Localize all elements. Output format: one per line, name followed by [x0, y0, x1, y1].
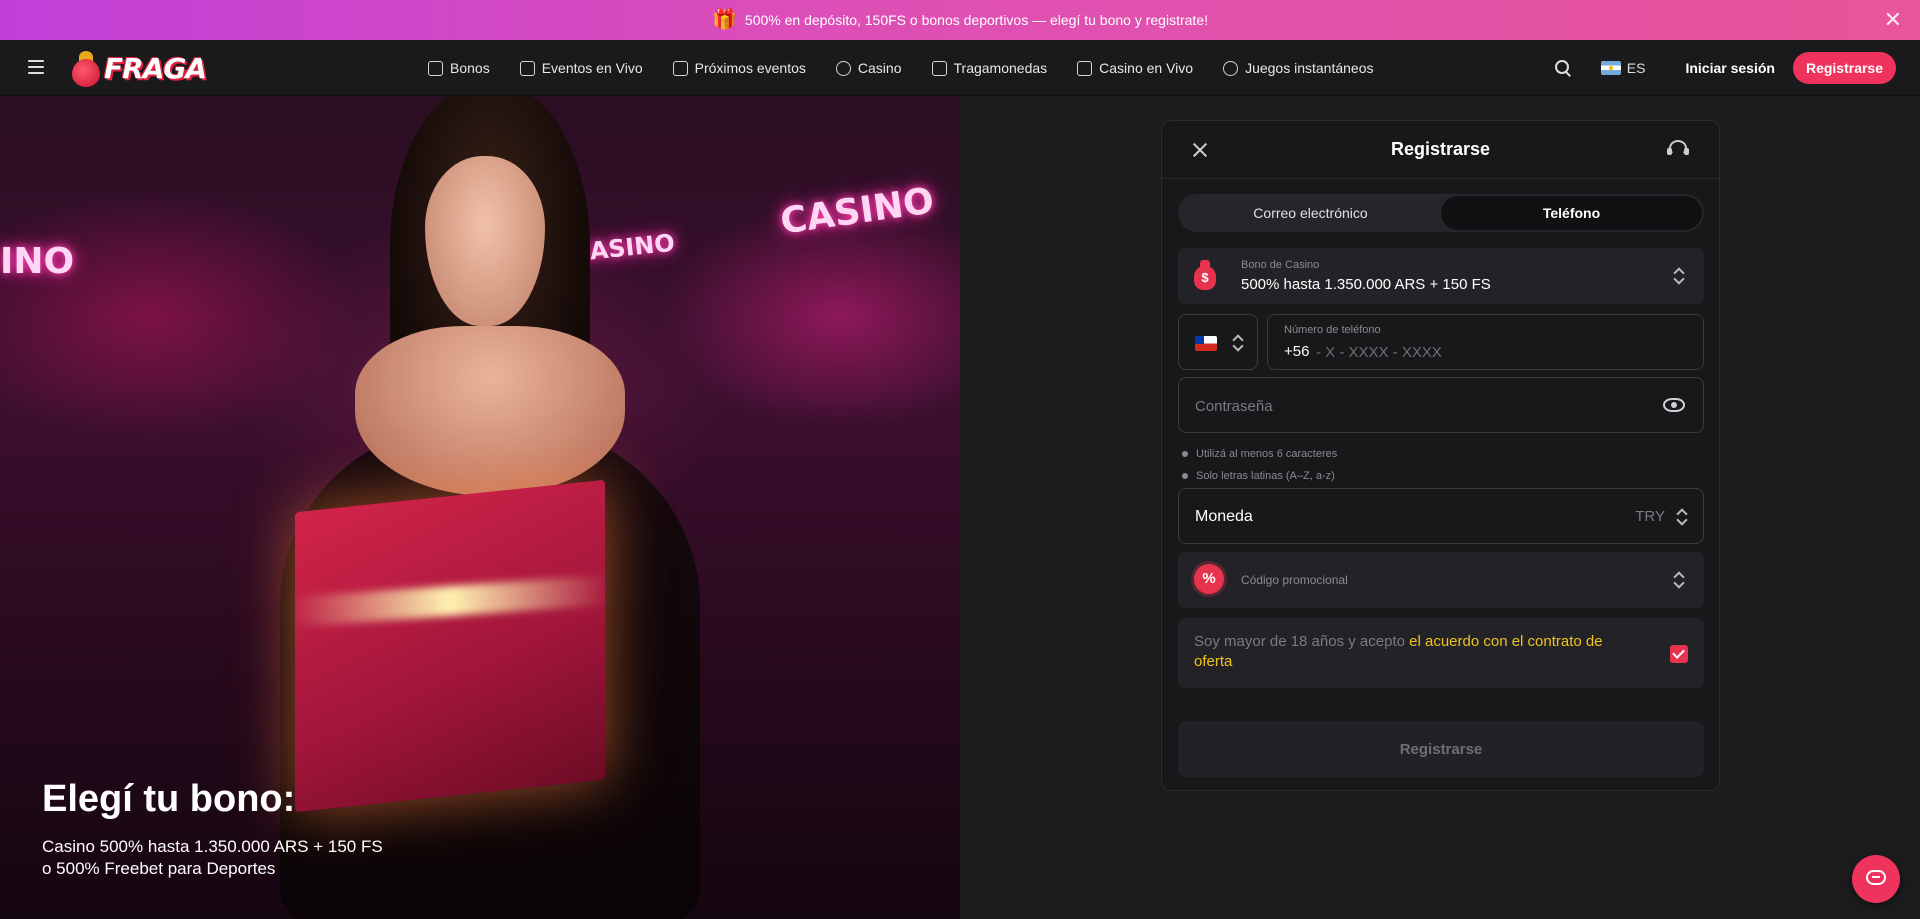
- password-hint: Solo letras latinas (A–Z, a-z): [1182, 465, 1337, 487]
- gift-box-image: [295, 479, 605, 813]
- promo-banner[interactable]: 🎁 500% en depósito, 150FS o bonos deport…: [0, 0, 1920, 40]
- nav-item-proximos-eventos[interactable]: Próximos eventos: [672, 60, 806, 76]
- nav-item-casino[interactable]: Casino: [835, 60, 902, 76]
- hero-subtitle: Casino 500% hasta 1.350.000 ARS + 150 FS…: [42, 836, 383, 880]
- nav-item-eventos-en-vivo[interactable]: Eventos en Vivo: [519, 60, 643, 76]
- currency-label: Moneda: [1195, 508, 1253, 525]
- modal-header: Registrarse: [1162, 121, 1719, 179]
- strawberry-logo-icon: [70, 49, 102, 87]
- hero-title: Elegí tu bono:: [42, 778, 296, 820]
- promo-code-toggle[interactable]: % Código promocional: [1178, 552, 1704, 608]
- menu-icon[interactable]: [28, 60, 44, 74]
- hero-subtitle-line: o 500% Freebet para Deportes: [42, 859, 276, 878]
- register-button[interactable]: Registrarse: [1792, 52, 1896, 84]
- country-code-selector[interactable]: [1178, 314, 1258, 370]
- close-icon[interactable]: ✕: [1884, 9, 1902, 31]
- nav-item-label: Eventos en Vivo: [541, 60, 643, 76]
- chile-flag-icon: [1195, 336, 1217, 351]
- cards-icon: [1077, 60, 1093, 76]
- chevron-updown-icon: [1674, 268, 1684, 284]
- eye-icon[interactable]: [1663, 398, 1685, 412]
- registration-method-tabs: Correo electrónico Teléfono: [1178, 194, 1704, 232]
- chevron-updown-icon: [1677, 509, 1687, 525]
- percent-icon: %: [1194, 564, 1224, 594]
- support-headset-icon[interactable]: [1667, 140, 1689, 160]
- gift-icon: 🎁: [712, 9, 737, 31]
- live-events-icon: [519, 60, 535, 76]
- nav-item-label: Tragamonedas: [953, 60, 1048, 76]
- tab-phone[interactable]: Teléfono: [1441, 196, 1702, 230]
- close-icon[interactable]: [1192, 142, 1208, 158]
- neon-sign: CASINO: [777, 180, 937, 243]
- phone-label: Número de teléfono: [1284, 324, 1381, 336]
- modal-title: Registrarse: [1390, 139, 1491, 159]
- chat-support-button[interactable]: [1852, 855, 1900, 903]
- nav-item-label: Casino en Vivo: [1099, 60, 1194, 76]
- bonus-label: Bono de Casino: [1241, 259, 1320, 271]
- calendar-icon: [672, 60, 688, 76]
- gift-icon: [428, 60, 443, 76]
- hero-model-shoulders: [355, 326, 625, 496]
- phone-country-code: +56: [1284, 343, 1310, 360]
- language-code: ES: [1626, 60, 1646, 76]
- terms-text: Soy mayor de 18 años y acepto el acuerdo…: [1194, 633, 1603, 670]
- chip-icon: [835, 60, 851, 76]
- bonus-selector[interactable]: $ Bono de Casino 500% hasta 1.350.000 AR…: [1178, 248, 1704, 304]
- hero-banner: INO CASINO CASINO Elegí tu bono: Casino …: [0, 96, 960, 919]
- promo-code-label: Código promocional: [1241, 573, 1348, 587]
- top-navbar: FRAGA Bonos Eventos en Vivo Próximos eve…: [0, 40, 1920, 96]
- logo-text: FRAGA: [104, 51, 207, 85]
- currency-selector[interactable]: Moneda TRY: [1178, 488, 1704, 544]
- registration-modal: Registrarse Correo electrónico Teléfono …: [1161, 120, 1720, 791]
- money-bag-icon: $: [1194, 260, 1216, 290]
- terms-agreement: Soy mayor de 18 años y acepto el acuerdo…: [1178, 618, 1704, 688]
- tab-email[interactable]: Correo electrónico: [1180, 196, 1441, 230]
- rocket-icon: [1223, 60, 1239, 76]
- nav-item-label: Próximos eventos: [694, 60, 806, 76]
- main-nav: Bonos Eventos en Vivo Próximos eventos C…: [428, 40, 1374, 96]
- search-icon[interactable]: [1554, 60, 1571, 76]
- chevron-updown-icon: [1674, 572, 1684, 588]
- argentina-flag-icon: [1600, 61, 1621, 75]
- nav-item-label: Bonos: [450, 60, 490, 76]
- password-hint: Utilizá al menos 6 caracteres: [1182, 443, 1337, 465]
- nav-item-bonos[interactable]: Bonos: [428, 60, 490, 76]
- phone-field[interactable]: Número de teléfono +56: [1267, 314, 1704, 370]
- nav-item-label: Casino: [857, 60, 902, 76]
- nav-item-tragamonedas[interactable]: Tragamonedas: [931, 60, 1048, 76]
- currency-value: TRY: [1635, 508, 1665, 525]
- promo-banner-text[interactable]: 500% en depósito, 150FS o bonos deportiv…: [745, 12, 1208, 28]
- nav-item-juegos-instantaneos[interactable]: Juegos instantáneos: [1223, 60, 1374, 76]
- neon-sign: INO: [0, 241, 75, 282]
- chat-icon: [1866, 870, 1886, 885]
- phone-input[interactable]: [1316, 341, 1676, 363]
- password-input[interactable]: [1195, 394, 1635, 418]
- hero-subtitle-line: Casino 500% hasta 1.350.000 ARS + 150 FS: [42, 837, 383, 856]
- submit-register-button[interactable]: Registrarse: [1178, 721, 1704, 777]
- header-actions: ES Iniciar sesión Registrarse: [1554, 40, 1896, 96]
- slots-icon: [931, 60, 947, 76]
- logo[interactable]: FRAGA: [70, 46, 207, 90]
- nav-item-label: Juegos instantáneos: [1245, 60, 1374, 76]
- bonus-value: 500% hasta 1.350.000 ARS + 150 FS: [1241, 276, 1491, 293]
- password-field[interactable]: [1178, 377, 1704, 433]
- language-selector[interactable]: ES: [1600, 60, 1646, 76]
- password-hints: Utilizá al menos 6 caracteres Solo letra…: [1182, 443, 1337, 487]
- nav-item-casino-en-vivo[interactable]: Casino en Vivo: [1077, 60, 1193, 76]
- chevron-updown-icon: [1233, 335, 1243, 351]
- terms-checkbox[interactable]: [1670, 645, 1688, 663]
- login-button[interactable]: Iniciar sesión: [1685, 60, 1774, 76]
